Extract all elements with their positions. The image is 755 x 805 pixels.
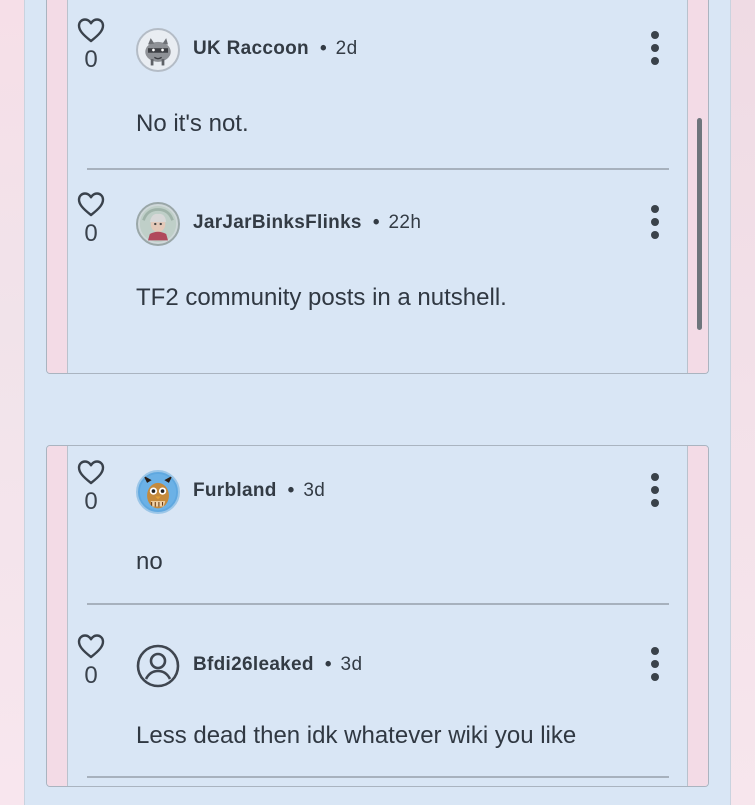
username[interactable]: Furbland [193, 480, 277, 501]
separator-dot: • [319, 38, 327, 59]
like-control: 0 [74, 190, 108, 246]
heart-icon[interactable] [76, 458, 106, 486]
reply-text: no [136, 548, 163, 575]
reply-divider [87, 603, 669, 605]
thread-stripe-left [47, 446, 68, 786]
heart-icon[interactable] [76, 190, 106, 218]
reply-item: 0 JarJarBinksFlinks • 22h TF2 community po… [77, 190, 669, 340]
separator-dot: • [287, 480, 295, 501]
more-options-icon[interactable] [644, 205, 666, 239]
thread-stripe-left [47, 0, 68, 373]
reply-meta: UK Raccoon • 2d [193, 37, 358, 61]
reply-divider [87, 168, 669, 170]
reply-item: 0 Bfdi26leaked • 3d Less dead then idk wha… [77, 632, 669, 782]
like-count: 0 [84, 220, 98, 247]
timestamp: 3d [303, 480, 326, 501]
thread-stripe-right [687, 446, 708, 786]
separator-dot: • [324, 654, 332, 675]
background-right [731, 0, 755, 805]
like-count: 0 [84, 662, 98, 689]
heart-icon[interactable] [76, 16, 106, 44]
separator-dot: • [372, 212, 380, 233]
reply-meta: Bfdi26leaked • 3d [193, 653, 362, 677]
more-options-icon[interactable] [644, 647, 666, 681]
reply-thread: 0 UK Raccoon • 2d No it's not. 0 JarJarB… [46, 0, 709, 374]
timestamp: 22h [388, 212, 422, 233]
username[interactable]: UK Raccoon [193, 38, 309, 59]
raccoon-avatar-icon[interactable] [136, 28, 180, 72]
background-left [0, 0, 24, 805]
timestamp: 2d [335, 38, 358, 59]
reply-divider [87, 776, 669, 778]
portrait-avatar-icon[interactable] [136, 202, 180, 246]
reply-text: Less dead then idk whatever wiki you lik… [136, 722, 577, 749]
username[interactable]: JarJarBinksFlinks [193, 212, 362, 233]
more-options-icon[interactable] [644, 31, 666, 65]
like-control: 0 [74, 632, 108, 688]
reply-meta: Furbland • 3d [193, 479, 325, 503]
timestamp: 3d [340, 654, 363, 675]
heart-icon[interactable] [76, 632, 106, 660]
more-options-icon[interactable] [644, 473, 666, 507]
reply-text: No it's not. [136, 110, 249, 137]
reply-item: 0 Furbland • 3d no [77, 458, 669, 608]
reply-text: TF2 community posts in a nutshell. [136, 284, 507, 311]
reply-thread: 0 Furbland • 3d no 0 Bfdi26leaked • 3d L… [46, 445, 709, 787]
scrollbar-thumb[interactable] [697, 118, 702, 330]
like-count: 0 [84, 46, 98, 73]
like-count: 0 [84, 488, 98, 515]
default-user-icon[interactable] [136, 644, 180, 688]
reply-meta: JarJarBinksFlinks • 22h [193, 211, 421, 235]
username[interactable]: Bfdi26leaked [193, 654, 314, 675]
like-control: 0 [74, 16, 108, 72]
like-control: 0 [74, 458, 108, 514]
furby-avatar-icon[interactable] [136, 470, 180, 514]
reply-item: 0 UK Raccoon • 2d No it's not. [77, 16, 669, 166]
